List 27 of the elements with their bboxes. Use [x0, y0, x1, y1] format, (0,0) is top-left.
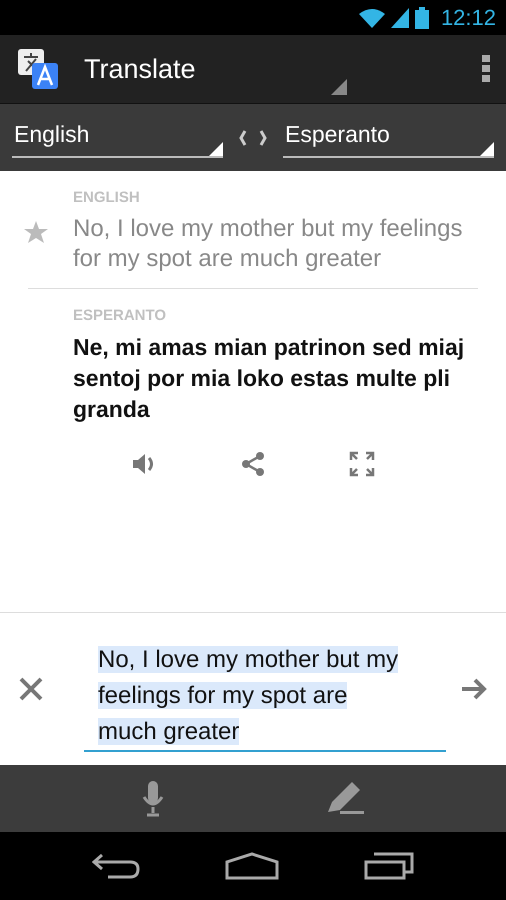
- home-button[interactable]: [224, 852, 279, 880]
- back-button[interactable]: [92, 853, 140, 879]
- signal-icon: [390, 8, 409, 28]
- dropdown-corner-icon: [480, 142, 494, 156]
- battery-icon: [414, 6, 429, 28]
- target-language-label: ESPERANTO: [73, 307, 168, 324]
- source-text: No, I love my mother but my feelings for my spot are much greater: [73, 214, 464, 274]
- translate-arrow-button[interactable]: [460, 677, 488, 701]
- target-language-dropdown[interactable]: Esperanto: [283, 118, 494, 158]
- dropdown-corner-icon: [209, 142, 223, 156]
- microphone-button[interactable]: [142, 780, 164, 816]
- swap-languages-button[interactable]: [237, 128, 269, 148]
- source-language-dropdown[interactable]: English: [12, 118, 223, 158]
- source-language-label: ENGLISH: [73, 189, 141, 206]
- wifi-icon: [358, 8, 385, 28]
- app-title: Translate: [84, 54, 196, 84]
- share-icon[interactable]: [240, 451, 266, 477]
- clock-time: 12:12: [440, 4, 496, 30]
- dropdown-corner-icon[interactable]: [330, 79, 347, 95]
- translation-text: Ne, mi amas mian patrinon sed miaj sentoj por mia loko estas multe pli granda: [73, 333, 466, 424]
- overflow-menu-icon[interactable]: [482, 55, 490, 83]
- handwriting-button[interactable]: [328, 782, 364, 816]
- app-logo-icon[interactable]: [16, 47, 60, 91]
- fullscreen-icon[interactable]: [348, 451, 375, 477]
- star-icon[interactable]: [24, 220, 48, 242]
- recent-apps-button[interactable]: [364, 852, 414, 880]
- clear-button[interactable]: [18, 676, 44, 702]
